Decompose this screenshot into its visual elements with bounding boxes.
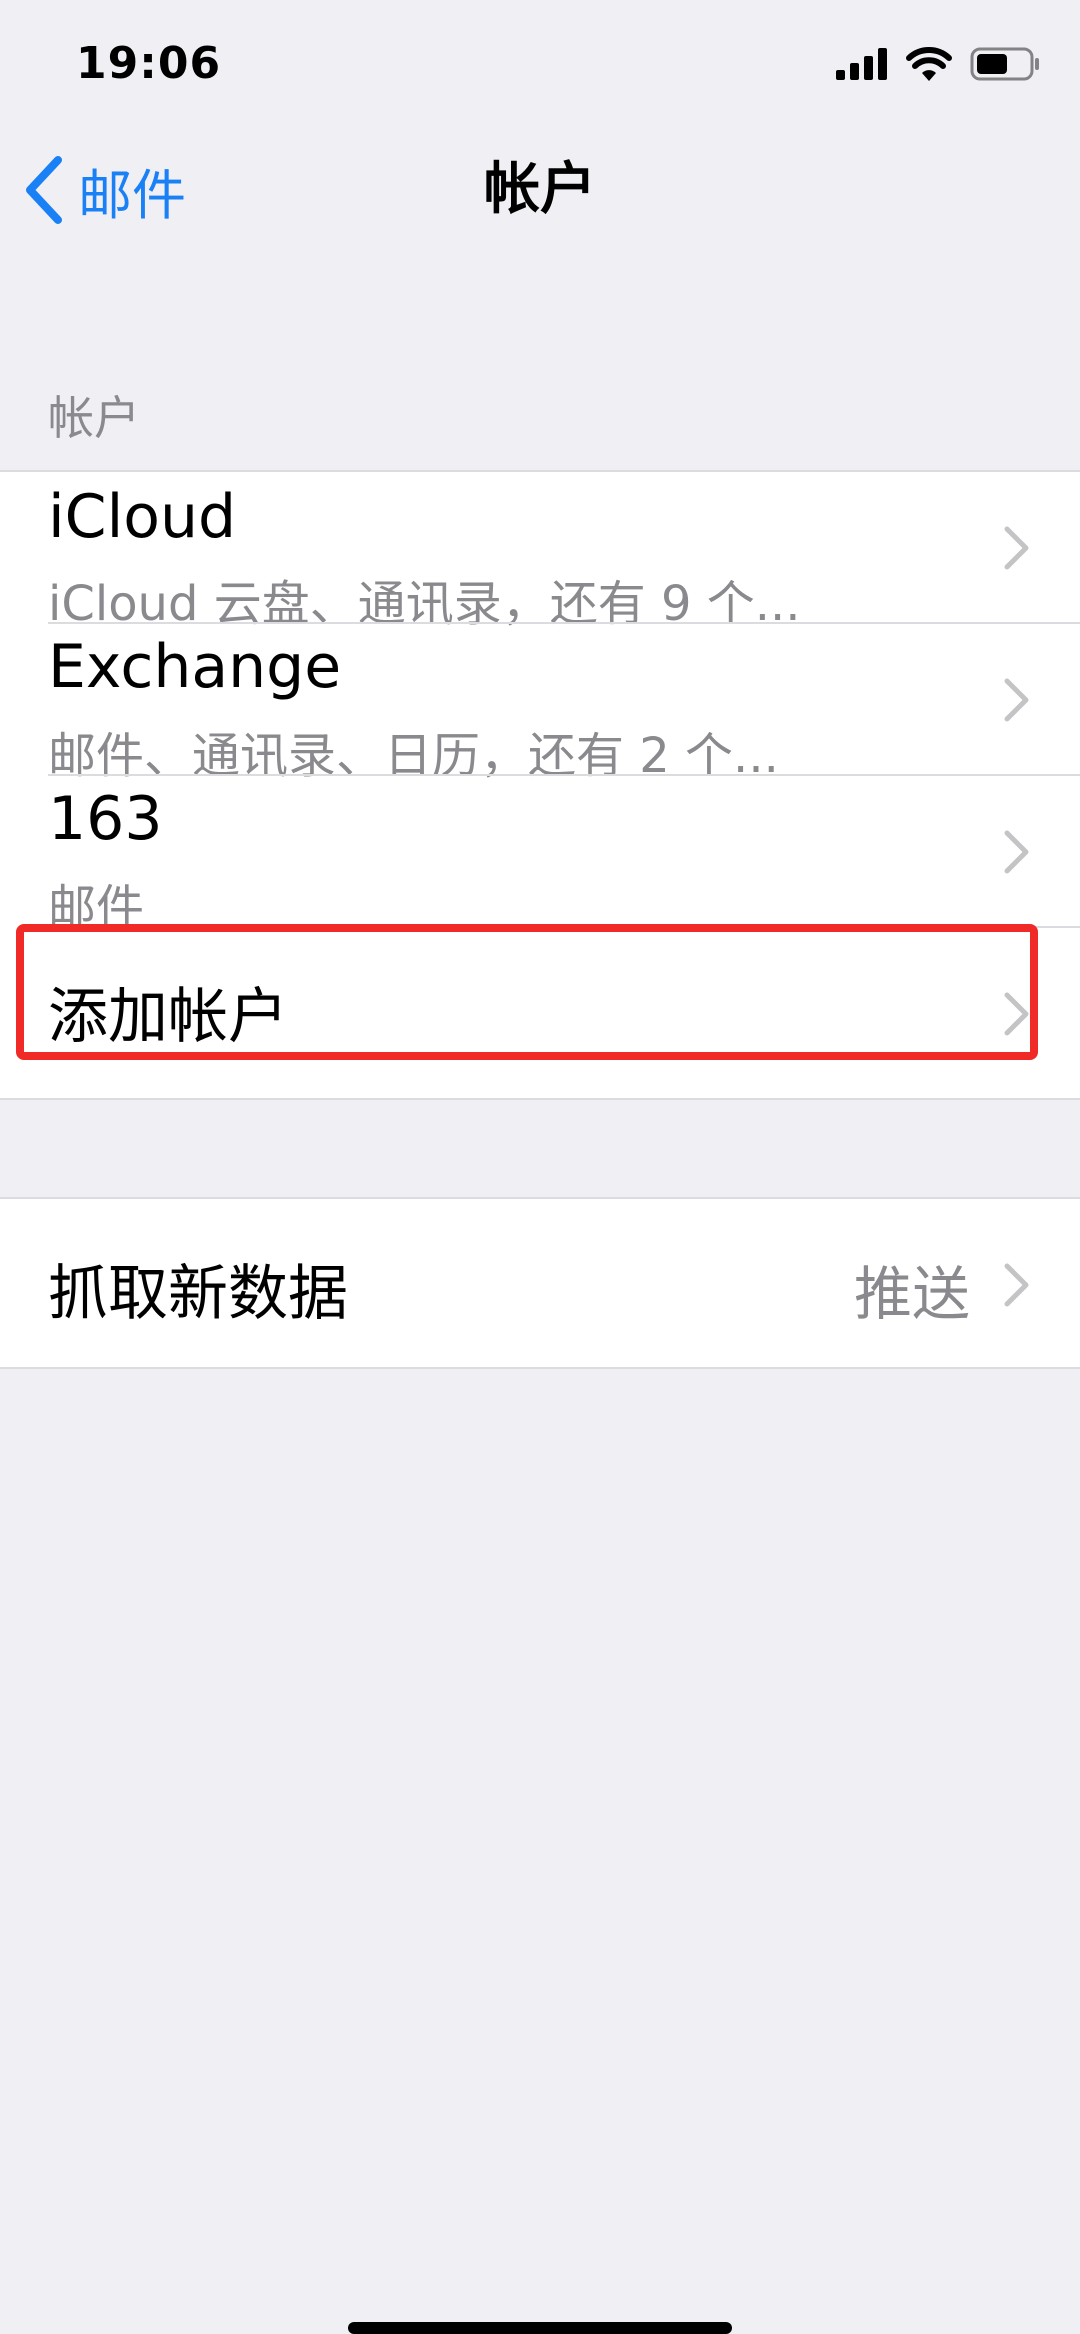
signal-icon <box>836 48 887 80</box>
status-time: 19:06 <box>76 38 222 89</box>
chevron-right-icon <box>1004 678 1029 722</box>
status-icons <box>836 44 1040 84</box>
account-title: iCloud <box>48 482 237 552</box>
fetch-new-data-value: 推送 <box>853 1260 970 1328</box>
account-row-icloud[interactable]: iCloud iCloud 云盘、通讯录，还有 9 个... <box>0 472 1080 632</box>
fetch-new-data-label: 抓取新数据 <box>48 1259 348 1329</box>
page-title: 帐户 <box>484 157 596 222</box>
wifi-icon <box>906 47 952 81</box>
chevron-right-icon <box>1004 526 1029 570</box>
account-title: Exchange <box>48 632 342 702</box>
account-title: 163 <box>48 784 163 854</box>
home-indicator[interactable] <box>348 2322 732 2334</box>
chevron-right-icon <box>1004 1263 1029 1307</box>
navigation-bar: 邮件 帐户 <box>0 130 1080 250</box>
chevron-right-icon <box>1004 830 1029 874</box>
highlight-box <box>16 924 1038 1060</box>
section-header-accounts: 帐户 <box>48 391 140 445</box>
status-bar: 19:06 <box>0 0 1080 130</box>
account-row-163[interactable]: 163 邮件 <box>0 776 1080 936</box>
battery-icon <box>970 47 1039 81</box>
fetch-group: 抓取新数据 推送 <box>0 1197 1080 1369</box>
fetch-new-data-row[interactable]: 抓取新数据 推送 <box>0 1199 1080 1367</box>
account-row-exchange[interactable]: Exchange 邮件、通讯录、日历，还有 2 个... <box>0 624 1080 784</box>
